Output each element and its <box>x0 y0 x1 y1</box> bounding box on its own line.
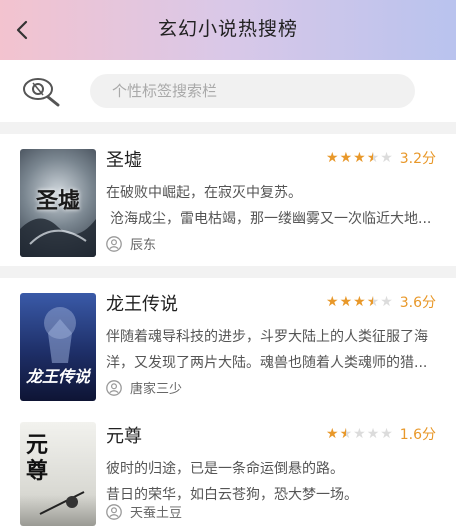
rating-score: 3.2分 <box>399 151 436 167</box>
book-cover[interactable]: 圣墟 <box>20 149 96 257</box>
cover-title: 龙王传说 <box>25 367 90 386</box>
star-icon: ★ <box>339 294 353 310</box>
book-item[interactable]: 元尊 元尊 ★ ★ ★ ★ ★ 1.6分 彼时的归途，已是一条命运倒悬的路。 昔日的荣华… <box>0 410 456 526</box>
section-divider <box>0 266 456 278</box>
book-cover[interactable]: 元尊 <box>20 422 96 526</box>
author-name: 辰东 <box>130 238 157 253</box>
author-row: 辰东 <box>106 234 156 253</box>
page-title: 玄幻小说热搜榜 <box>157 18 298 40</box>
search-tag-icon[interactable] <box>20 73 64 109</box>
book-cover[interactable]: 龙王传说 <box>20 293 96 401</box>
star-icon: ★ <box>380 294 393 310</box>
book-description: 在破败中崛起，在寂灭中复苏。 沧海成尘，雷电枯竭，那一缕幽雾又一次临近大地... <box>106 180 448 232</box>
app-header: 玄幻小说热搜榜 <box>0 0 456 60</box>
desc-line: 沧海成尘，雷电枯竭，那一缕幽雾又一次临近大地... <box>110 211 432 227</box>
book-item[interactable]: 龙王传说 龙王传说 ★ ★ ★ ★ ★ 3.6分 伴随着魂导科技的进步，斗罗大陆上的人类… <box>0 278 456 410</box>
star-icon: ★ <box>366 426 380 442</box>
book-description: 伴随着魂导科技的进步，斗罗大陆上的人类征服了海 洋，又发现了两片大陆。魂兽也随着… <box>106 324 448 376</box>
star-icon: ★ <box>326 294 339 310</box>
desc-line: 彼时的归途，已是一条命运倒悬的路。 <box>106 461 344 477</box>
star-rating: ★ ★ ★ ★ ★ <box>326 150 393 166</box>
star-icon: ★ <box>339 426 353 442</box>
rating-score: 1.6分 <box>399 427 436 443</box>
star-rating: ★ ★ ★ ★ ★ <box>326 426 393 442</box>
desc-line: 伴随着魂导科技的进步，斗罗大陆上的人类征服了海 <box>106 329 428 345</box>
tag-search-input[interactable] <box>90 74 415 108</box>
user-icon <box>106 379 122 396</box>
author-row: 天蚕土豆 <box>106 502 182 521</box>
search-bar <box>0 60 456 122</box>
cover-title: 圣墟 <box>35 188 80 214</box>
star-icon: ★ <box>353 294 366 310</box>
book-item[interactable]: 圣墟 圣墟 ★ ★ ★ ★ ★ 3.2分 在破败中崛起，在寂灭中复苏。 沧海成尘，雷电枯… <box>0 134 456 266</box>
star-icon: ★ <box>366 150 380 166</box>
star-icon: ★ <box>353 426 366 442</box>
rating-score: 3.6分 <box>399 295 436 311</box>
star-icon: ★ <box>380 150 393 166</box>
desc-line: 在破败中崛起，在寂灭中复苏。 <box>106 185 302 201</box>
star-icon: ★ <box>366 294 380 310</box>
user-icon <box>106 235 122 252</box>
star-icon: ★ <box>326 426 339 442</box>
star-rating: ★ ★ ★ ★ ★ <box>326 294 393 310</box>
star-icon: ★ <box>326 150 339 166</box>
book-title: 龙王传说 <box>106 294 178 315</box>
author-row: 唐家三少 <box>106 378 182 397</box>
star-icon: ★ <box>339 150 353 166</box>
book-title: 圣墟 <box>106 150 142 171</box>
star-icon: ★ <box>380 426 393 442</box>
star-icon: ★ <box>353 150 366 166</box>
book-title: 元尊 <box>106 426 142 447</box>
cover-title: 元尊 <box>26 432 49 484</box>
book-description: 彼时的归途，已是一条命运倒悬的路。 昔日的荣华，如白云苍狗，恐大梦一场。 <box>106 456 448 508</box>
user-icon <box>106 503 122 520</box>
author-name: 天蚕土豆 <box>130 506 183 521</box>
desc-line: 洋，又发现了两片大陆。魂兽也随着人类魂师的猎... <box>106 355 428 371</box>
section-divider <box>0 122 456 134</box>
author-name: 唐家三少 <box>130 382 183 397</box>
